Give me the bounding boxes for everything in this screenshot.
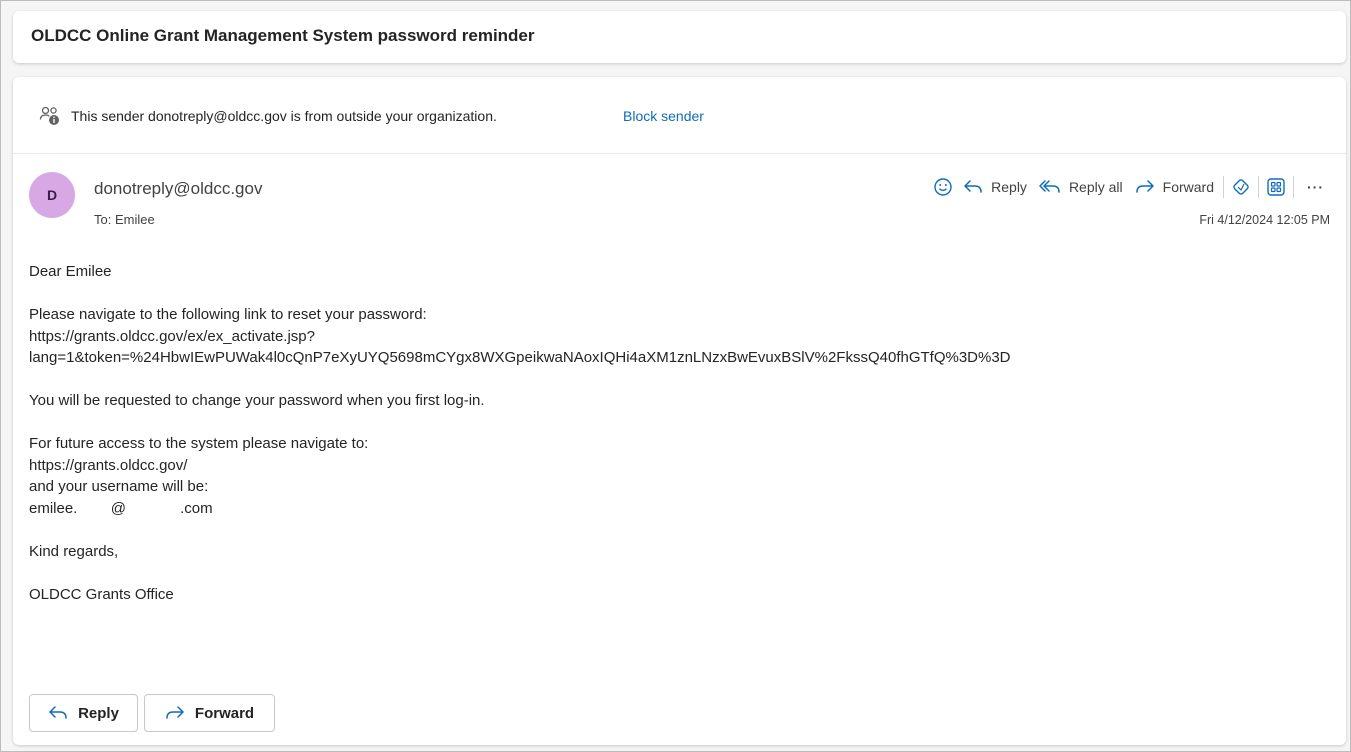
forward-icon: [1135, 180, 1154, 193]
avatar: D: [29, 172, 75, 218]
sender-address[interactable]: donotreply@oldcc.gov: [94, 179, 262, 199]
email-reading-pane: OLDCC Online Grant Management System pas…: [0, 0, 1351, 752]
people-info-icon: [39, 105, 61, 127]
username-value: emilee. @ .com: [29, 499, 213, 517]
message-toolbar: Reply Reply all Forward ···: [929, 173, 1328, 201]
message-card: This sender donotreply@oldcc.gov is from…: [13, 77, 1346, 745]
signature: OLDCC Grants Office: [29, 585, 174, 603]
email-subject: OLDCC Online Grant Management System pas…: [31, 26, 535, 45]
reply-icon: [49, 706, 67, 719]
external-sender-text: This sender donotreply@oldcc.gov is from…: [71, 108, 497, 124]
footer-reply-button[interactable]: Reply: [29, 694, 138, 732]
forward-icon: [166, 706, 184, 719]
apps-button[interactable]: [1262, 173, 1290, 201]
footer-reply-label: Reply: [78, 704, 119, 722]
reset-link-line-2[interactable]: lang=1&token=%24HbwIEwPUWak4l0cQnP7eXyUY…: [29, 347, 1329, 369]
subject-header: OLDCC Online Grant Management System pas…: [13, 11, 1346, 63]
future-access-link[interactable]: https://grants.oldcc.gov/: [29, 455, 1329, 477]
username-intro: and your username will be:: [29, 478, 209, 495]
message-body: Dear Emilee Please navigate to the follo…: [29, 261, 1329, 627]
diamond-tag-icon: [1233, 179, 1249, 195]
reply-all-label: Reply all: [1068, 179, 1123, 195]
future-access-intro: For future access to the system please n…: [29, 435, 369, 452]
more-actions-button[interactable]: ···: [1297, 173, 1328, 201]
reset-intro: Please navigate to the following link to…: [29, 306, 427, 323]
emoji-reaction-button[interactable]: [929, 173, 957, 201]
reply-button[interactable]: Reply: [957, 173, 1033, 201]
forward-label: Forward: [1162, 179, 1214, 195]
closing: Kind regards,: [29, 542, 119, 560]
footer-forward-label: Forward: [194, 704, 255, 722]
block-sender-link[interactable]: Block sender: [623, 108, 704, 124]
toolbar-divider: [1258, 176, 1259, 198]
greeting: Dear Emilee: [29, 263, 112, 280]
toolbar-divider: [1293, 176, 1294, 198]
reply-all-icon: [1039, 180, 1060, 193]
toolbar-divider: [1223, 176, 1224, 198]
received-date: Fri 4/12/2024 12:05 PM: [1199, 213, 1330, 227]
reset-link-line-1[interactable]: https://grants.oldcc.gov/ex/ex_activate.…: [29, 326, 1329, 348]
smile-icon: [934, 178, 952, 196]
change-password-note: You will be requested to change your pas…: [29, 392, 485, 409]
reply-all-button[interactable]: Reply all: [1033, 173, 1129, 201]
recipient-line: To: Emilee: [94, 212, 155, 227]
footer-forward-button[interactable]: Forward: [144, 694, 275, 732]
reply-icon: [964, 180, 982, 193]
reply-label: Reply: [991, 179, 1027, 195]
forward-button[interactable]: Forward: [1129, 173, 1220, 201]
apps-grid-icon: [1267, 178, 1285, 196]
more-icon: ···: [1307, 179, 1324, 195]
external-sender-banner: This sender donotreply@oldcc.gov is from…: [13, 77, 1346, 154]
add-in-button[interactable]: [1227, 173, 1255, 201]
